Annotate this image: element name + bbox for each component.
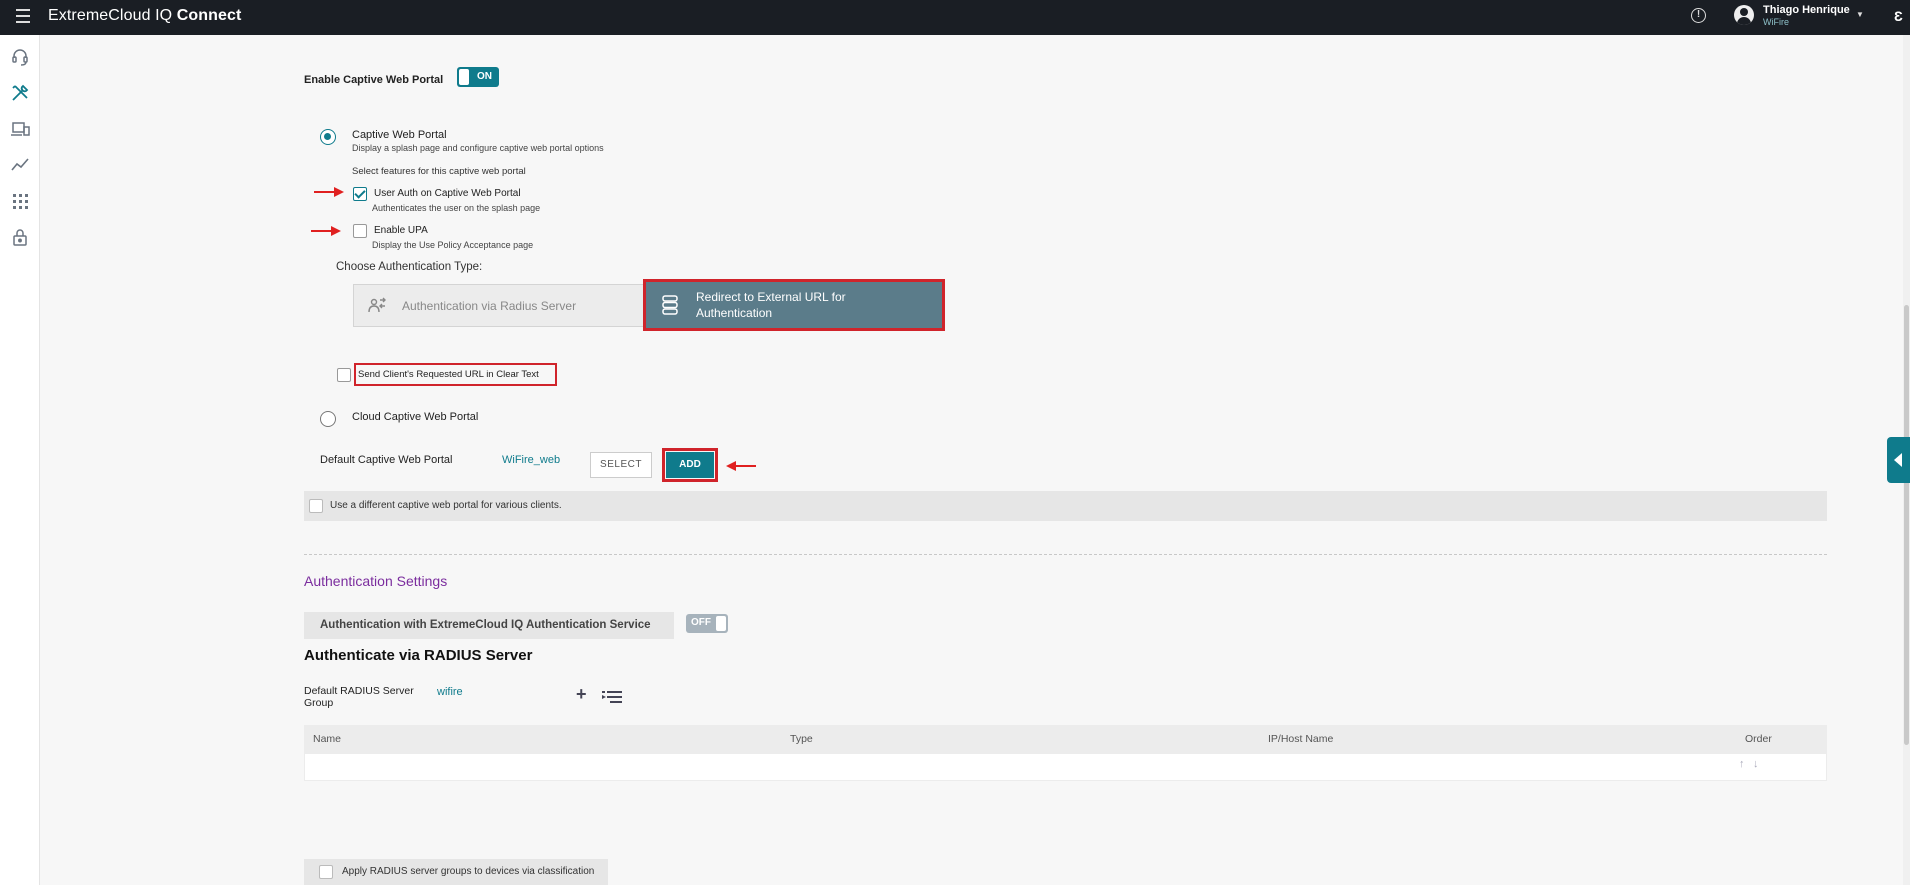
enable-cwp-toggle[interactable]: ON xyxy=(457,67,499,87)
extreme-logo-icon: Ɛ xyxy=(1894,8,1903,24)
radius-group-label: Default RADIUS Server Group xyxy=(304,685,414,709)
enable-upa-desc: Display the Use Policy Acceptance page xyxy=(372,240,534,250)
add-plus-icon[interactable]: + xyxy=(576,684,587,705)
auth-radius-label: Authentication via Radius Server xyxy=(402,299,577,313)
analytics-icon[interactable] xyxy=(10,155,30,175)
arrow-up-icon[interactable]: ↑ xyxy=(1739,758,1745,770)
auth-type-label: Choose Authentication Type: xyxy=(336,261,483,273)
toggle-knob xyxy=(459,69,469,85)
send-url-label: Send Client's Requested URL in Clear Tex… xyxy=(358,369,539,380)
different-portal-label: Use a different captive web portal for v… xyxy=(330,500,562,511)
toggle-state: ON xyxy=(477,71,492,82)
cwp-radio[interactable] xyxy=(320,129,336,145)
col-type: Type xyxy=(790,733,813,745)
info-circle-icon[interactable]: ! xyxy=(1691,8,1706,23)
different-portal-row: Use a different captive web portal for v… xyxy=(304,491,1827,521)
user-auth-checkbox[interactable] xyxy=(353,187,367,201)
side-panel-toggle[interactable] xyxy=(1887,437,1910,483)
default-cwp-link[interactable]: WiFire_web xyxy=(502,454,560,466)
apps-grid-icon[interactable] xyxy=(10,191,30,211)
auth-service-toggle[interactable]: OFF xyxy=(686,614,728,633)
hamburger-menu-icon[interactable] xyxy=(16,9,30,23)
user-auth-desc: Authenticates the user on the splash pag… xyxy=(372,203,541,213)
radius-group-link[interactable]: wifire xyxy=(437,686,463,698)
section-divider xyxy=(304,554,1827,555)
server-stack-icon xyxy=(661,295,679,320)
cwp-radio-desc: Display a splash page and configure capt… xyxy=(352,143,604,153)
sidebar xyxy=(0,35,40,885)
cloud-cwp-label: Cloud Captive Web Portal xyxy=(352,411,479,423)
radius-title: Authenticate via RADIUS Server xyxy=(304,647,533,664)
col-ip-host: IP/Host Name xyxy=(1268,733,1334,745)
enable-cwp-label: Enable Captive Web Portal xyxy=(304,74,444,86)
user-avatar-icon[interactable] xyxy=(1734,5,1754,25)
toggle-state: OFF xyxy=(691,617,711,628)
user-name[interactable]: Thiago Henrique xyxy=(1763,4,1850,16)
chevron-down-icon[interactable]: ▼ xyxy=(1856,10,1864,19)
arrow-down-icon[interactable]: ↓ xyxy=(1753,758,1759,770)
select-button[interactable]: SELECT xyxy=(590,452,652,478)
list-settings-icon[interactable] xyxy=(602,690,622,704)
apply-classification-label: Apply RADIUS server groups to devices vi… xyxy=(342,866,595,877)
enable-upa-checkbox[interactable] xyxy=(353,224,367,238)
auth-redirect-option[interactable]: Redirect to External URL for Authenticat… xyxy=(643,279,945,331)
app-title: ExtremeCloud IQ Connect xyxy=(48,7,242,24)
auth-service-label: Authentication with ExtremeCloud IQ Auth… xyxy=(320,619,651,631)
annotation-arrow xyxy=(311,226,341,236)
annotation-arrow xyxy=(314,187,344,197)
different-portal-checkbox[interactable] xyxy=(309,499,323,513)
configure-tools-icon[interactable] xyxy=(10,83,30,103)
enable-upa-label: Enable UPA xyxy=(374,225,428,236)
col-order: Order xyxy=(1745,733,1772,745)
table-row[interactable]: ↑ ↓ xyxy=(304,753,1827,781)
toggle-knob xyxy=(716,616,726,631)
lock-icon[interactable] xyxy=(10,227,30,247)
scrollbar-thumb[interactable] xyxy=(1904,305,1909,745)
auth-settings-title: Authentication Settings xyxy=(304,573,448,589)
auth-redirect-label: Redirect to External URL for Authenticat… xyxy=(696,290,846,320)
top-bar: ExtremeCloud IQ Connect ! Thiago Henriqu… xyxy=(0,0,1910,35)
user-auth-label: User Auth on Captive Web Portal xyxy=(374,188,521,199)
radius-table-header: Name Type IP/Host Name Order xyxy=(304,725,1827,753)
apply-classification-row: Apply RADIUS server groups to devices vi… xyxy=(304,859,608,885)
user-org: WiFire xyxy=(1763,17,1789,27)
annotation-arrow xyxy=(726,461,756,471)
send-url-checkbox[interactable] xyxy=(337,368,351,382)
col-name: Name xyxy=(313,733,342,745)
cloud-cwp-radio[interactable] xyxy=(320,411,336,427)
devices-icon[interactable] xyxy=(10,119,30,139)
headset-icon[interactable] xyxy=(10,47,30,67)
auth-radius-option[interactable]: Authentication via Radius Server xyxy=(353,284,646,327)
user-switch-icon xyxy=(368,297,386,320)
features-label: Select features for this captive web por… xyxy=(352,166,526,177)
add-button[interactable]: ADD xyxy=(662,448,718,482)
apply-classification-checkbox[interactable] xyxy=(319,865,333,879)
cwp-radio-label: Captive Web Portal xyxy=(352,129,447,141)
default-cwp-label: Default Captive Web Portal xyxy=(320,454,453,466)
auth-service-bar: Authentication with ExtremeCloud IQ Auth… xyxy=(304,612,674,639)
